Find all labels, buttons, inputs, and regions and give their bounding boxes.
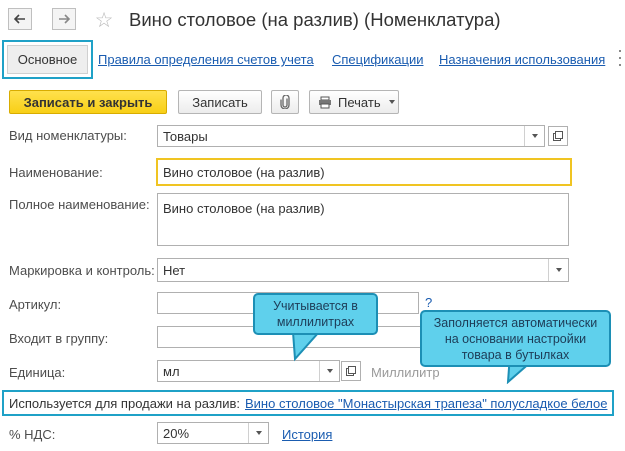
save-and-close-button[interactable]: Записать и закрыть [9,90,167,114]
vat-label: % НДС: [9,427,56,442]
chevron-down-icon [388,100,395,104]
open-window-icon [553,131,563,141]
history-link[interactable]: История [282,427,332,442]
vat-value: 20% [163,425,190,441]
marking-label: Маркировка и контроль: [9,263,155,278]
print-button[interactable]: Печать [309,90,399,114]
article-label: Артикул: [9,297,62,312]
article-help-icon[interactable]: ? [425,295,432,310]
save-button[interactable]: Записать [178,90,262,114]
kind-dropdown-button[interactable] [524,126,544,146]
group-label: Входит в группу: [9,331,109,346]
kind-label: Вид номенклатуры: [9,128,127,143]
arrow-right-icon [59,14,70,24]
tab-account-rules[interactable]: Правила определения счетов учета [98,52,314,67]
paperclip-icon [280,95,290,109]
printer-icon [319,96,331,108]
name-value: Вино столовое (на разлив) [163,164,325,180]
kind-value: Товары [163,128,208,144]
fullname-label: Полное наименование: [9,197,150,212]
more-tabs-icon[interactable] [617,50,623,66]
print-label: Печать [338,94,381,110]
unit-field[interactable]: мл [157,360,340,382]
name-input[interactable]: Вино столовое (на разлив) [156,158,572,186]
tab-main[interactable]: Основное [2,40,93,79]
tab-usage-purposes[interactable]: Назначения использования [439,52,605,67]
vat-dropdown-button[interactable] [248,423,268,443]
tab-specifications[interactable]: Спецификации [332,52,424,67]
chevron-down-icon [255,431,262,435]
chevron-down-icon [531,134,538,138]
chevron-down-icon [555,268,562,272]
kind-open-button[interactable] [548,126,568,146]
attach-button[interactable] [271,90,299,114]
unit-hint: Миллилитр [371,365,440,380]
vat-field[interactable]: 20% [157,422,269,444]
marking-value: Нет [163,262,186,278]
unit-callout: Учитывается в миллилитрах [253,293,378,335]
bottling-product-link[interactable]: Вино столовое "Монастырская трапеза" пол… [245,396,607,411]
name-label: Наименование: [9,165,103,180]
unit-dropdown-button[interactable] [319,361,339,381]
forward-button[interactable] [52,8,76,30]
star-icon: ☆ [94,8,114,32]
fullname-input[interactable]: Вино столовое (на разлив) [157,193,569,246]
unit-callout-pointer [291,332,321,362]
open-window-icon [346,366,356,376]
back-button[interactable] [8,8,32,30]
bottling-label: Используется для продажи на разлив: [9,396,241,411]
marking-dropdown-button[interactable] [548,259,568,281]
unit-label: Единица: [9,365,66,380]
tab-main-label: Основное [7,45,88,74]
page-title: Вино столовое (на разлив) (Номенклатура) [129,9,501,30]
unit-open-button[interactable] [341,361,361,381]
favorite-button[interactable]: ☆ [92,8,116,32]
fullname-value: Вино столовое (на разлив) [163,201,325,216]
kind-field[interactable]: Товары [157,125,545,147]
marking-field[interactable]: Нет [157,258,569,282]
auto-callout: Заполняется автоматически на основании н… [420,310,611,367]
arrow-left-icon [14,14,25,24]
unit-value: мл [163,363,180,379]
chevron-down-icon [326,369,333,373]
